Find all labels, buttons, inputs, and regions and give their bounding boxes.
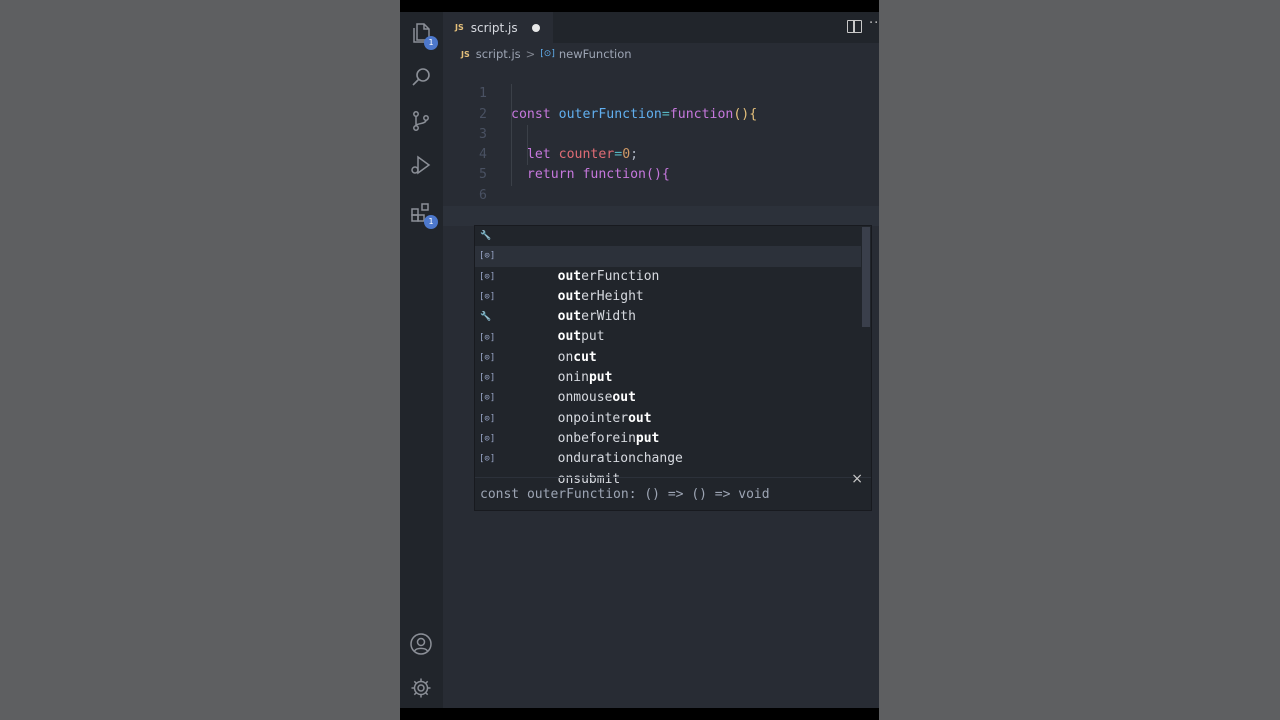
close-icon[interactable]: ×: [851, 471, 863, 487]
source-control-icon[interactable]: [409, 109, 433, 133]
video-letterbox-left: [0, 0, 400, 720]
indent-guide: [511, 84, 512, 105]
suggest-item[interactable]: [⊙] onmouseout: [475, 368, 861, 405]
code-line[interactable]: 5 counter++: [443, 145, 879, 243]
search-icon[interactable]: [409, 65, 433, 89]
tab-label: script.js: [470, 20, 518, 35]
suggest-item[interactable]: 🔧out: [475, 226, 861, 263]
variable-icon: [⊙]: [479, 373, 496, 384]
js-file-icon: JS: [461, 49, 470, 59]
code-line[interactable]: 1 const outerFunction=function(){: [443, 64, 879, 121]
suggest-item[interactable]: [⊙] outerHeight: [475, 267, 861, 304]
suggest-item[interactable]: [⊙] ondurationchange: [475, 429, 861, 466]
suggest-item[interactable]: [⊙] outerWidth: [475, 287, 861, 324]
variable-icon: [⊙]: [479, 291, 496, 302]
variable-icon: [⊙]: [479, 271, 496, 282]
suggest-item-focused[interactable]: [⊙] outerFunction: [475, 246, 861, 284]
indent-guide: [511, 104, 512, 125]
suggest-scrollbar[interactable]: [862, 227, 870, 327]
variable-icon: [⊙]: [479, 251, 496, 262]
run-debug-icon[interactable]: [409, 153, 433, 177]
indent-guide: [527, 124, 528, 146]
indent-guide: [527, 145, 528, 166]
activity-bar: 1 1: [400, 12, 443, 708]
suggest-item[interactable]: 🔧 output: [475, 307, 861, 344]
suggest-item[interactable]: [⊙] onsubmit: [475, 449, 861, 486]
keyword-icon: 🔧: [480, 312, 492, 323]
code-editor[interactable]: 1 const outerFunction=function(){ 2 let …: [443, 64, 879, 264]
explorer-badge: 1: [424, 36, 438, 50]
js-file-icon: JS: [455, 23, 464, 32]
split-editor-icon[interactable]: [847, 20, 862, 33]
variable-icon: [⊙]: [479, 454, 496, 465]
code-line[interactable]: 3 return function(){: [443, 104, 879, 182]
indent-guide: [511, 124, 512, 146]
breadcrumb-symbol[interactable]: newFunction: [559, 47, 632, 61]
video-letterbox-right: [879, 0, 1280, 720]
suggest-item[interactable]: [⊙] onbeforeinput: [475, 409, 861, 446]
settings-gear-icon[interactable]: [409, 676, 433, 700]
suggest-detail: const outerFunction: () => () => void: [475, 477, 871, 511]
suggest-item[interactable]: [⊙] oncut: [475, 328, 861, 365]
variable-icon: [⊙]: [479, 352, 496, 363]
breadcrumb: JS script.js > [⊙] newFunction: [443, 43, 879, 65]
tab-script-js[interactable]: JS script.js: [443, 12, 553, 43]
variable-icon: [⊙]: [479, 393, 496, 404]
code-line[interactable]: 7 }: [443, 186, 879, 243]
indent-guide: [511, 165, 512, 186]
unsaved-dot-icon[interactable]: [532, 24, 540, 32]
keyword-icon: 🔧: [480, 231, 492, 241]
extensions-badge: 1: [424, 215, 438, 229]
tab-bar: JS script.js ···: [443, 12, 879, 43]
variable-icon: [⊙]: [479, 413, 496, 424]
files-icon[interactable]: 1: [409, 21, 438, 50]
code-line[interactable]: 6 }: [443, 165, 879, 243]
suggest-item[interactable]: [⊙] oninput: [475, 348, 861, 385]
code-line-current[interactable]: 8 const newFunction=out: [443, 206, 879, 264]
editor-window: 1 1 JS script.js ·· JS script.js > [⊙] n…: [400, 12, 879, 708]
indent-guide: [511, 145, 512, 166]
more-actions-icon[interactable]: ···: [869, 16, 879, 31]
variable-icon: [⊙]: [479, 332, 496, 343]
code-line[interactable]: 2 let counter=0;: [443, 84, 879, 162]
variable-icon: [⊙]: [540, 49, 555, 59]
code-line[interactable]: 4 console.log(`Counter is ${counter}`);: [443, 124, 879, 223]
variable-icon: [⊙]: [479, 434, 496, 444]
suggest-item[interactable]: [⊙] onpointerout: [475, 388, 861, 425]
editor-frame: 1 1 JS script.js ·· JS script.js > [⊙] n…: [400, 0, 879, 720]
account-icon[interactable]: [409, 632, 433, 656]
extensions-icon[interactable]: 1: [409, 200, 438, 229]
breadcrumb-separator: >: [525, 47, 536, 61]
breadcrumb-file[interactable]: script.js: [476, 47, 521, 61]
suggest-widget[interactable]: 🔧out [⊙]outerFunction [⊙]outerHeight [⊙]…: [474, 225, 872, 511]
